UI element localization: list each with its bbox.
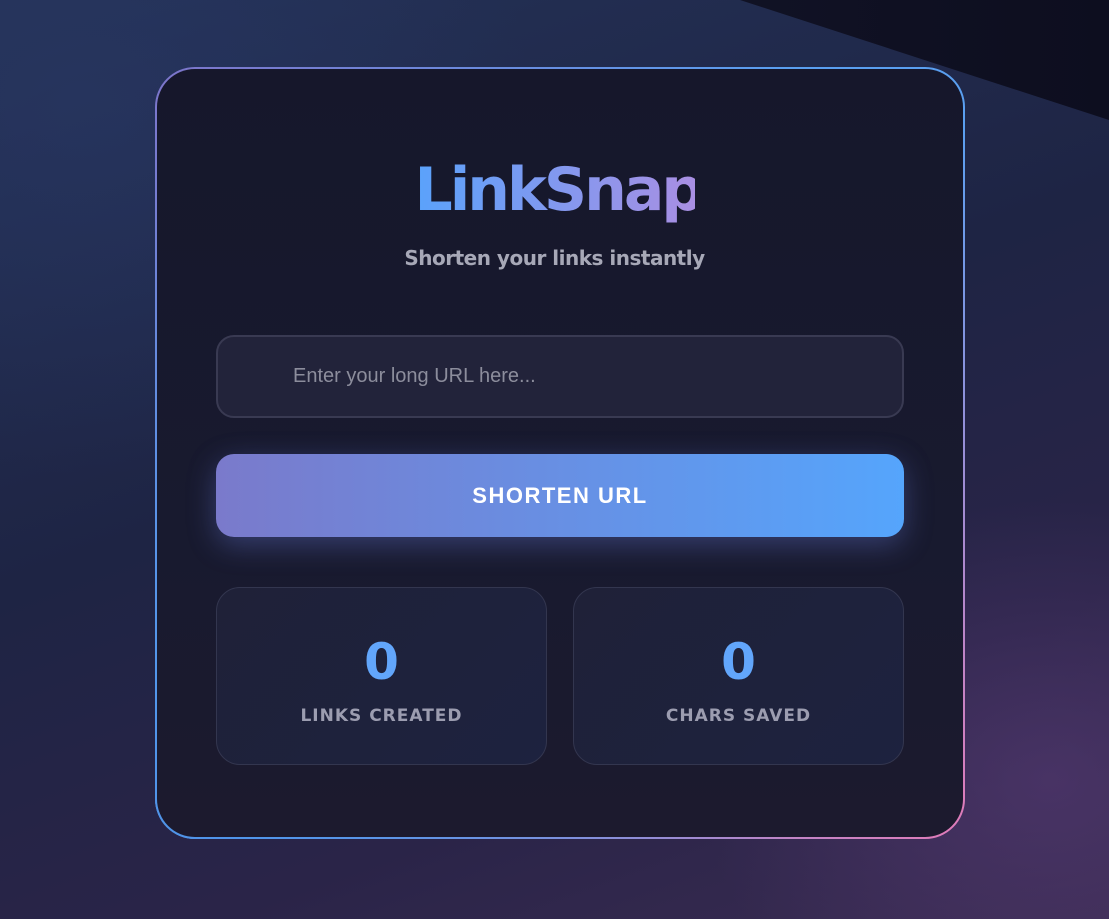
stat-value: 0 [721,633,756,691]
stat-label: LINKS CREATED [300,706,463,726]
stat-value: 0 [364,633,399,691]
stat-chars-saved: 0 CHARS SAVED [573,587,904,765]
url-input[interactable] [216,335,904,418]
shorten-url-button[interactable]: SHORTEN URL [216,454,904,537]
stat-label: CHARS SAVED [665,706,812,726]
tagline: Shorten your links instantly [404,246,705,270]
app-logo: LinkSnap [415,150,705,230]
stat-links-created: 0 LINKS CREATED [216,587,547,765]
